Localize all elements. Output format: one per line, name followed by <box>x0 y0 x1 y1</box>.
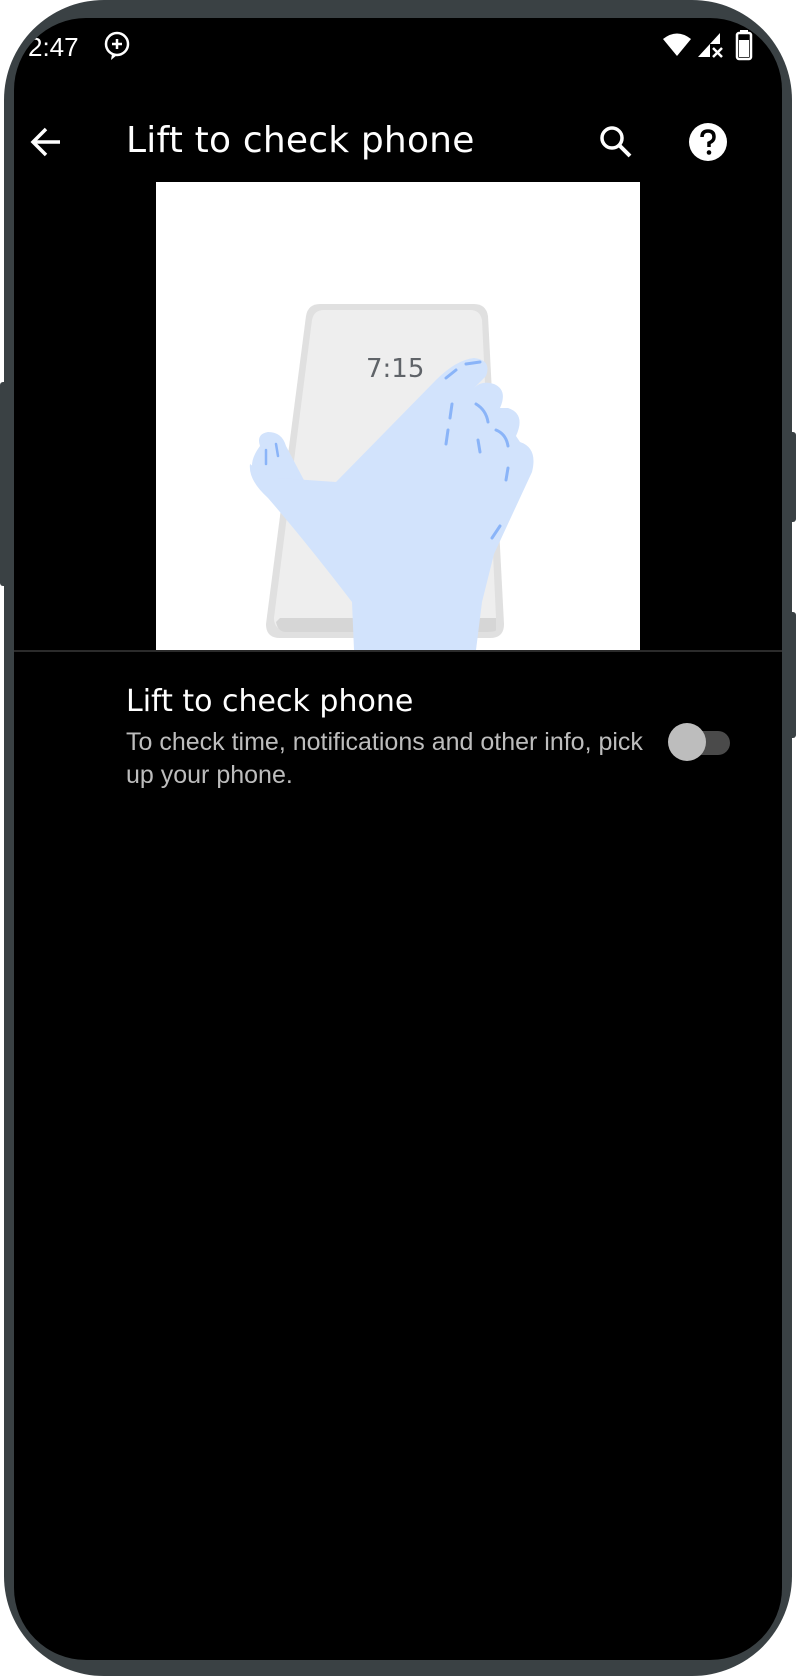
side-button-right-top <box>788 432 796 522</box>
gesture-illustration: 7:15 <box>156 182 640 650</box>
search-button[interactable] <box>588 114 644 170</box>
device: 2:47 Lift to check phone 7:15 Lift to ch… <box>0 0 796 1678</box>
app-bar: Lift to check phone <box>14 98 782 188</box>
wifi-icon <box>663 33 691 56</box>
screen: 2:47 Lift to check phone 7:15 Lift to ch… <box>14 18 782 1660</box>
lift-to-check-setting-row[interactable]: Lift to check phone To check time, notif… <box>14 678 782 798</box>
search-icon <box>600 126 632 158</box>
status-time: 2:47 <box>28 32 79 62</box>
page-title: Lift to check phone <box>126 120 475 161</box>
phone-in-hand-illustration <box>249 304 534 650</box>
status-bar: 2:47 <box>14 18 782 70</box>
side-button-right-bottom <box>788 612 796 738</box>
setting-title: Lift to check phone <box>126 684 414 719</box>
side-button-left <box>0 382 8 586</box>
battery-icon <box>735 30 753 61</box>
help-button[interactable] <box>680 114 736 170</box>
lift-to-check-toggle[interactable] <box>668 722 732 762</box>
illustration-clock: 7:15 <box>366 354 425 384</box>
setting-summary: To check time, notifications and other i… <box>126 728 643 789</box>
back-button[interactable] <box>18 114 74 170</box>
add-alert-icon <box>104 31 130 60</box>
signal-no-data-icon <box>698 33 723 58</box>
back-arrow-icon <box>30 127 60 157</box>
help-icon <box>689 123 727 161</box>
toggle-thumb <box>668 723 706 761</box>
divider <box>14 650 782 652</box>
